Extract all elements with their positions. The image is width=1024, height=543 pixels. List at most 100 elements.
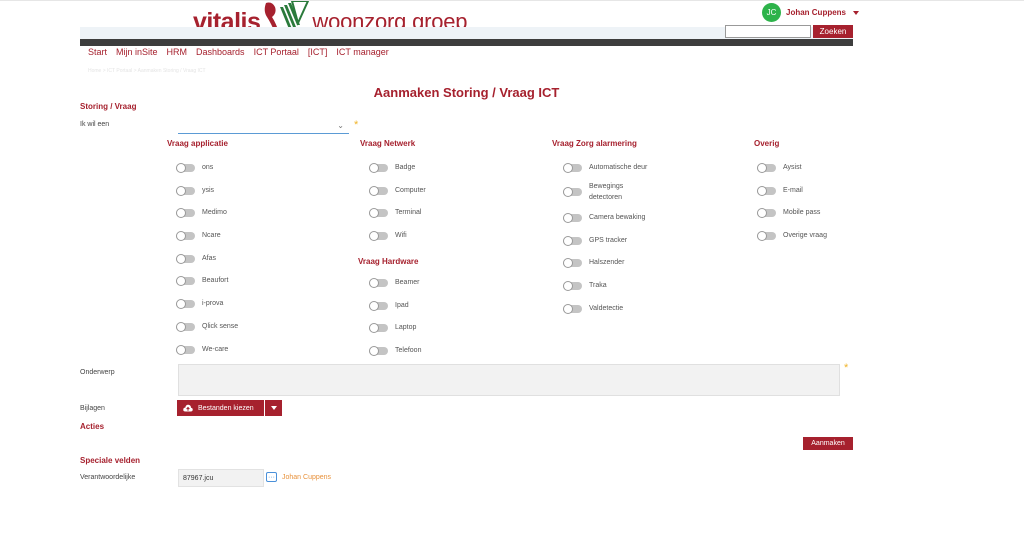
toggle-switch[interactable] <box>176 185 195 196</box>
breadcrumb[interactable]: Home > ICT Portaal > Aanmaken Storing / … <box>88 68 206 74</box>
user-menu[interactable]: JC Johan Cuppens <box>762 3 860 22</box>
toggle-switch[interactable] <box>757 185 776 196</box>
onderwerp-textarea[interactable] <box>178 364 840 396</box>
section-acties: Acties <box>80 422 105 431</box>
toggle-row-telefoon[interactable]: Telefoon <box>369 345 421 356</box>
toggle-row-ncare[interactable]: Ncare <box>176 230 221 241</box>
toggle-label: i-prova <box>202 300 224 307</box>
upload-dropdown-button[interactable] <box>265 400 282 416</box>
toggle-row-i-prova[interactable]: i-prova <box>176 298 223 309</box>
upload-button[interactable]: Bestanden kiezen <box>177 400 264 416</box>
toggle-row-halszender[interactable]: Halszender <box>563 257 624 268</box>
toggle-row-gps-tracker[interactable]: GPS tracker <box>563 235 627 246</box>
toggle-row-medimo[interactable]: Medimo <box>176 207 227 218</box>
toggle-switch[interactable] <box>757 207 776 218</box>
ik-wil-een-label: Ik wil een <box>80 121 110 128</box>
toggle-row-laptop[interactable]: Laptop <box>369 322 416 333</box>
toggle-row-beamer[interactable]: Beamer <box>369 277 420 288</box>
toggle-label: Ncare <box>202 232 221 239</box>
col-title-netwerk: Vraag Netwerk <box>360 139 416 148</box>
toggle-row-valdetectie[interactable]: Valdetectie <box>563 303 623 314</box>
toggle-switch[interactable] <box>176 162 195 173</box>
toggle-label: GPS tracker <box>589 237 628 244</box>
toggle-row-computer[interactable]: Computer <box>369 185 426 196</box>
toggle-row-automatische-deur[interactable]: Automatische deur <box>563 162 647 173</box>
toggle-row-ons[interactable]: ons <box>176 162 213 173</box>
main-nav: Start Mijn inSite HRM Dashboards ICT Por… <box>88 47 389 57</box>
top-divider <box>0 0 1024 1</box>
toggle-row-we-care[interactable]: We-care <box>176 344 228 355</box>
toggle-row-camera-bewaking[interactable]: Camera bewaking <box>563 212 645 223</box>
section-speciale-velden: Speciale velden <box>80 456 141 465</box>
toggle-row-afas[interactable]: Afas <box>176 253 216 264</box>
toggle-switch[interactable] <box>563 280 582 291</box>
toggle-switch[interactable] <box>563 235 582 246</box>
toggle-row-wifi[interactable]: Wifi <box>369 230 407 241</box>
verantwoordelijke-name-link[interactable]: Johan Cuppens <box>282 474 331 481</box>
ik-wil-een-select[interactable]: ⌄ <box>178 118 349 134</box>
nav-item-hrm[interactable]: HRM <box>167 47 188 57</box>
required-icon: * <box>354 119 359 131</box>
toggle-label: Automatische deur <box>589 164 648 171</box>
toggle-row-terminal[interactable]: Terminal <box>369 207 421 218</box>
toggle-switch[interactable] <box>369 322 388 333</box>
toggle-switch[interactable] <box>563 212 582 223</box>
toggle-label: Ipad <box>395 302 409 309</box>
nav-item-ict[interactable]: [ICT] <box>308 47 328 57</box>
col-title-overig: Overig <box>754 139 780 148</box>
create-button[interactable]: Aanmaken <box>803 437 853 450</box>
toggle-switch[interactable] <box>369 230 388 241</box>
search-input[interactable] <box>725 25 811 38</box>
toggle-row-ipad[interactable]: Ipad <box>369 300 409 311</box>
toggle-switch[interactable] <box>176 230 195 241</box>
toggle-switch[interactable] <box>176 321 195 332</box>
toggle-row-bewegings-detectoren[interactable]: Bewegings detectoren <box>563 181 633 203</box>
toggle-switch[interactable] <box>369 162 388 173</box>
col-title-applicatie: Vraag applicatie <box>167 139 228 148</box>
nav-item-start[interactable]: Start <box>88 47 107 57</box>
toggle-row-ysis[interactable]: ysis <box>176 185 214 196</box>
toggle-switch[interactable] <box>369 277 388 288</box>
toggle-switch[interactable] <box>563 303 582 314</box>
bijlagen-label: Bijlagen <box>80 405 105 412</box>
toggle-row-traka[interactable]: Traka <box>563 280 607 291</box>
toggle-switch[interactable] <box>369 185 388 196</box>
toggle-switch[interactable] <box>563 162 582 173</box>
toggle-row-qlick-sense[interactable]: Qlick sense <box>176 321 238 332</box>
toggle-row-badge[interactable]: Badge <box>369 162 415 173</box>
toggle-switch[interactable] <box>563 257 582 268</box>
page-title: Aanmaken Storing / Vraag ICT <box>373 85 560 100</box>
toggle-label: Aysist <box>783 164 802 171</box>
toggle-switch[interactable] <box>176 298 195 309</box>
search-button[interactable]: Zoeken <box>813 25 853 38</box>
nav-item-mijn-insite[interactable]: Mijn inSite <box>116 47 158 57</box>
toggle-switch[interactable] <box>176 275 195 286</box>
required-icon: * <box>844 362 849 374</box>
verantwoordelijke-label: Verantwoordelijke <box>80 474 136 481</box>
toggle-switch[interactable] <box>176 207 195 218</box>
toggle-switch[interactable] <box>176 344 195 355</box>
toggle-row-beaufort[interactable]: Beaufort <box>176 275 228 286</box>
toggle-switch[interactable] <box>757 162 776 173</box>
nav-item-dashboards[interactable]: Dashboards <box>196 47 245 57</box>
toggle-row-mobile-pass[interactable]: Mobile pass <box>757 207 820 218</box>
nav-item-ict-manager[interactable]: ICT manager <box>336 47 388 57</box>
toggle-label: Bewegings detectoren <box>589 183 624 201</box>
toggle-row-e-mail[interactable]: E-mail <box>757 185 803 196</box>
toggle-row-aysist[interactable]: Aysist <box>757 162 802 173</box>
toggle-label: Wifi <box>395 232 407 239</box>
toggle-switch[interactable] <box>369 345 388 356</box>
toggle-label: Beaufort <box>202 277 229 284</box>
toggle-label: Valdetectie <box>589 305 624 312</box>
toggle-row-overige-vraag[interactable]: Overige vraag <box>757 230 827 241</box>
nav-item-ict-portaal[interactable]: ICT Portaal <box>254 47 299 57</box>
toggle-switch[interactable] <box>176 253 195 264</box>
toggle-switch[interactable] <box>369 207 388 218</box>
verantwoordelijke-input[interactable]: 87967.jcu <box>178 469 264 487</box>
toggle-label: Afas <box>202 255 217 262</box>
toggle-label: Qlick sense <box>202 323 239 330</box>
toggle-switch[interactable] <box>369 300 388 311</box>
toggle-switch[interactable] <box>757 230 776 241</box>
more-options-icon[interactable]: ··· <box>266 472 277 482</box>
toggle-switch[interactable] <box>563 187 582 197</box>
